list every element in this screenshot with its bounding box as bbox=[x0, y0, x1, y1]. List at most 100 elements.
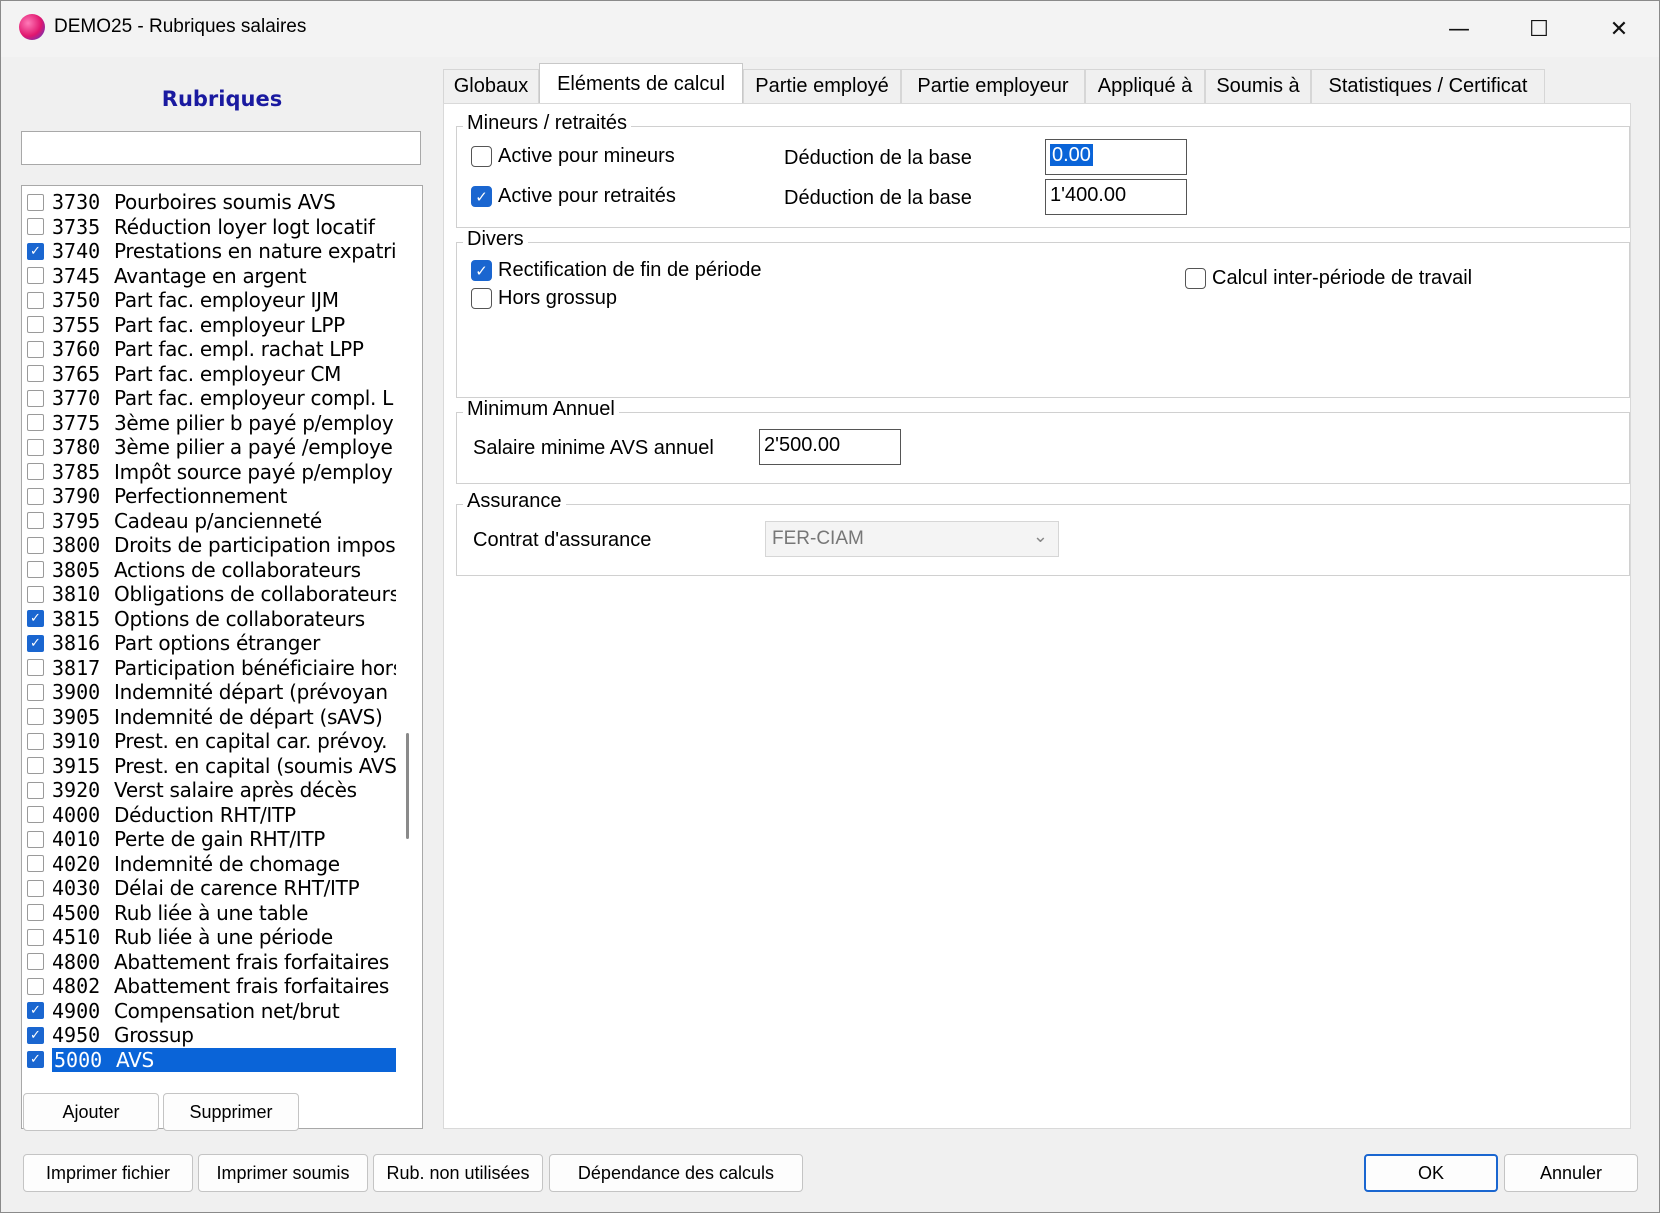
list-item-checkbox[interactable] bbox=[27, 267, 44, 285]
list-item-checkbox[interactable] bbox=[27, 536, 44, 554]
list-item-checkbox[interactable] bbox=[27, 193, 44, 211]
list-item-checkbox[interactable] bbox=[27, 781, 44, 799]
list-item[interactable]: 3730 Pourboires soumis AVS bbox=[22, 190, 396, 215]
list-item[interactable]: 3745 Avantage en argent bbox=[22, 264, 396, 289]
list-item[interactable]: 4500 Rub liée à une table bbox=[22, 901, 396, 926]
list-item[interactable]: 4020 Indemnité de chomage bbox=[22, 852, 396, 877]
list-item[interactable]: 3760 Part fac. empl. rachat LPP bbox=[22, 337, 396, 362]
list-item-checkbox[interactable] bbox=[27, 585, 44, 603]
maximize-icon[interactable]: ☐ bbox=[1499, 1, 1579, 57]
tab-statistiques-certificat[interactable]: Statistiques / Certificat bbox=[1311, 69, 1545, 103]
rectification-checkbox[interactable]: ✓ Rectification de fin de période bbox=[471, 259, 762, 282]
list-item[interactable]: ✓ 3815 Options de collaborateurs bbox=[22, 607, 396, 632]
list-item-checkbox[interactable] bbox=[27, 953, 44, 971]
deduction-mineurs-input[interactable]: 0.00 bbox=[1045, 139, 1187, 175]
list-item-checkbox[interactable] bbox=[27, 928, 44, 946]
list-item-checkbox[interactable]: ✓ bbox=[27, 242, 44, 260]
list-item[interactable]: ✓ 3816 Part options étranger bbox=[22, 631, 396, 656]
list-item[interactable]: 3900 Indemnité départ (prévoyan bbox=[22, 680, 396, 705]
list-item-checkbox[interactable] bbox=[27, 830, 44, 848]
list-item-checkbox[interactable]: ✓ bbox=[27, 634, 44, 652]
minimize-icon[interactable]: — bbox=[1419, 1, 1499, 57]
list-item[interactable]: ✓ 5000 AVS bbox=[22, 1047, 396, 1073]
list-item[interactable]: 3770 Part fac. employeur compl. L bbox=[22, 386, 396, 411]
list-item-checkbox[interactable] bbox=[27, 438, 44, 456]
list-item-checkbox[interactable] bbox=[27, 879, 44, 897]
list-item-checkbox[interactable]: ✓ bbox=[27, 1002, 44, 1020]
active-mineurs-box[interactable] bbox=[471, 146, 492, 167]
list-item[interactable]: 4800 Abattement frais forfaitaires bbox=[22, 950, 396, 975]
salaire-minimum-input[interactable]: 2'500.00 bbox=[759, 429, 901, 465]
list-item-checkbox[interactable] bbox=[27, 904, 44, 922]
list-item-checkbox[interactable] bbox=[27, 389, 44, 407]
hors-grossup-checkbox[interactable]: Hors grossup bbox=[471, 287, 617, 310]
active-mineurs-checkbox[interactable]: Active pour mineurs bbox=[471, 145, 675, 168]
cancel-button[interactable]: Annuler bbox=[1504, 1154, 1638, 1192]
tab-soumis-a[interactable]: Soumis à bbox=[1205, 69, 1311, 103]
list-item-checkbox[interactable]: ✓ bbox=[27, 1051, 44, 1069]
rubriques-list[interactable]: 3730 Pourboires soumis AVS 3735 Réduction l… bbox=[21, 185, 423, 1129]
list-item[interactable]: ✓ 4950 Grossup bbox=[22, 1023, 396, 1048]
list-item[interactable]: 3817 Participation bénéficiaire hors bbox=[22, 656, 396, 681]
list-item-checkbox[interactable]: ✓ bbox=[27, 610, 44, 628]
delete-button[interactable]: Supprimer bbox=[163, 1093, 299, 1131]
list-item-checkbox[interactable] bbox=[27, 463, 44, 481]
list-item[interactable]: 3920 Verst salaire après décès bbox=[22, 778, 396, 803]
list-item[interactable]: 3780 3ème pilier a payé /employe bbox=[22, 435, 396, 460]
list-item-checkbox[interactable] bbox=[27, 659, 44, 677]
ok-button[interactable]: OK bbox=[1364, 1154, 1498, 1192]
hors-grossup-box[interactable] bbox=[471, 288, 492, 309]
tab-partie-employeur[interactable]: Partie employeur bbox=[901, 69, 1085, 103]
list-item-checkbox[interactable] bbox=[27, 291, 44, 309]
deduction-retraites-input[interactable]: 1'400.00 bbox=[1045, 179, 1187, 215]
list-item[interactable]: 3805 Actions de collaborateurs bbox=[22, 558, 396, 583]
list-item-checkbox[interactable] bbox=[27, 512, 44, 530]
list-item-checkbox[interactable] bbox=[27, 732, 44, 750]
unused-rubriques-button[interactable]: Rub. non utilisées bbox=[373, 1154, 543, 1192]
list-item[interactable]: 3755 Part fac. employeur LPP bbox=[22, 313, 396, 338]
list-item-checkbox[interactable] bbox=[27, 683, 44, 701]
list-item[interactable]: 3775 3ème pilier b payé p/employ bbox=[22, 411, 396, 436]
list-item[interactable]: 3800 Droits de participation impos bbox=[22, 533, 396, 558]
rectification-box[interactable]: ✓ bbox=[471, 260, 492, 281]
list-item[interactable]: 3795 Cadeau p/ancienneté bbox=[22, 509, 396, 534]
add-button[interactable]: Ajouter bbox=[23, 1093, 159, 1131]
list-item[interactable]: 3910 Prest. en capital car. prévoy. bbox=[22, 729, 396, 754]
list-item[interactable]: 4802 Abattement frais forfaitaires bbox=[22, 974, 396, 999]
inter-periode-checkbox[interactable]: Calcul inter-période de travail bbox=[1185, 267, 1472, 290]
contrat-assurance-select[interactable]: FER-CIAM ⌄ bbox=[765, 521, 1059, 557]
close-icon[interactable]: ✕ bbox=[1579, 1, 1659, 57]
list-item[interactable]: 3790 Perfectionnement bbox=[22, 484, 396, 509]
active-retraites-checkbox[interactable]: ✓ Active pour retraités bbox=[471, 185, 676, 208]
list-item-checkbox[interactable] bbox=[27, 855, 44, 873]
list-item-checkbox[interactable] bbox=[27, 340, 44, 358]
list-item[interactable]: 4510 Rub liée à une période bbox=[22, 925, 396, 950]
active-retraites-box[interactable]: ✓ bbox=[471, 186, 492, 207]
list-item-checkbox[interactable] bbox=[27, 414, 44, 432]
list-item-checkbox[interactable] bbox=[27, 218, 44, 236]
dependance-calculs-button[interactable]: Dépendance des calculs bbox=[549, 1154, 803, 1192]
list-item[interactable]: 3905 Indemnité de départ (sAVS) bbox=[22, 705, 396, 730]
list-item-checkbox[interactable] bbox=[27, 561, 44, 579]
list-item[interactable]: ✓ 3740 Prestations en nature expatri bbox=[22, 239, 396, 264]
list-item[interactable]: 4030 Délai de carence RHT/ITP bbox=[22, 876, 396, 901]
print-file-button[interactable]: Imprimer fichier bbox=[23, 1154, 193, 1192]
list-scrollbar-thumb[interactable] bbox=[406, 733, 409, 839]
list-item-checkbox[interactable] bbox=[27, 316, 44, 334]
list-item[interactable]: 3915 Prest. en capital (soumis AVS bbox=[22, 754, 396, 779]
list-item[interactable]: ✓ 4900 Compensation net/brut bbox=[22, 999, 396, 1024]
list-item-checkbox[interactable] bbox=[27, 487, 44, 505]
list-item-checkbox[interactable] bbox=[27, 977, 44, 995]
inter-periode-box[interactable] bbox=[1185, 268, 1206, 289]
list-item[interactable]: 3810 Obligations de collaborateurs bbox=[22, 582, 396, 607]
list-item-checkbox[interactable] bbox=[27, 365, 44, 383]
list-item[interactable]: 4000 Déduction RHT/ITP bbox=[22, 803, 396, 828]
list-item[interactable]: 4010 Perte de gain RHT/ITP bbox=[22, 827, 396, 852]
list-item-checkbox[interactable] bbox=[27, 708, 44, 726]
list-item-checkbox[interactable] bbox=[27, 757, 44, 775]
tab-applique-a[interactable]: Appliqué à bbox=[1085, 69, 1205, 103]
list-item-checkbox[interactable] bbox=[27, 806, 44, 824]
list-item[interactable]: 3735 Réduction loyer logt locatif bbox=[22, 215, 396, 240]
list-item[interactable]: 3765 Part fac. employeur CM bbox=[22, 362, 396, 387]
list-item-checkbox[interactable]: ✓ bbox=[27, 1026, 44, 1044]
